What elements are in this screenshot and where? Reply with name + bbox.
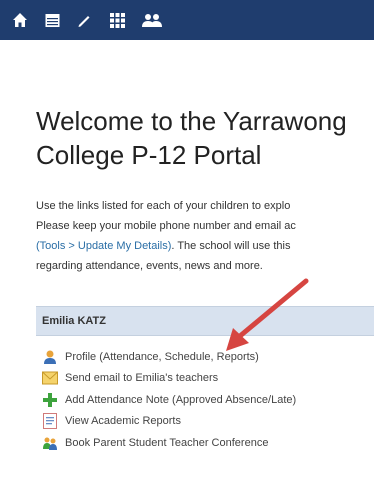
grid-icon[interactable] (107, 0, 127, 40)
intro-line3-rest: . The school will use this (171, 240, 291, 252)
report-icon (42, 413, 58, 430)
update-details-link[interactable]: (Tools > Update My Details) (36, 240, 171, 252)
intro-line4: regarding attendance, events, news and m… (36, 260, 263, 272)
send-email-link-label: Send email to Emilia's teachers (65, 372, 219, 385)
profile-icon (42, 349, 58, 365)
intro-line1: Use the links listed for each of your ch… (36, 200, 291, 212)
intro-line2: Please keep your mobile phone number and… (36, 220, 296, 232)
users-icon[interactable] (140, 0, 164, 40)
view-academic-reports-link[interactable]: View Academic Reports (36, 411, 374, 433)
intro-paragraph: Use the links listed for each of your ch… (36, 196, 374, 276)
conference-icon (42, 435, 58, 451)
page-title-line1: Welcome to the Yarrawong (36, 106, 347, 136)
plus-icon (42, 392, 58, 408)
add-attendance-note-link[interactable]: Add Attendance Note (Approved Absence/La… (36, 389, 374, 411)
send-email-link[interactable]: Send email to Emilia's teachers (36, 368, 374, 390)
calendar-icon[interactable] (42, 0, 62, 40)
intro-line3: (Tools > Update My Details). The school … (36, 236, 374, 256)
top-navigation-bar (0, 0, 374, 40)
home-icon[interactable] (10, 0, 30, 40)
profile-link[interactable]: Profile (Attendance, Schedule, Reports) (36, 346, 374, 368)
view-academic-reports-link-label: View Academic Reports (65, 415, 181, 428)
student-name-header: Emilia KATZ (36, 306, 374, 336)
book-conference-link[interactable]: Book Parent Student Teacher Conference (36, 432, 374, 454)
add-attendance-note-link-label: Add Attendance Note (Approved Absence/La… (65, 393, 297, 406)
email-icon (42, 370, 58, 386)
book-conference-link-label: Book Parent Student Teacher Conference (65, 436, 269, 449)
profile-link-label: Profile (Attendance, Schedule, Reports) (65, 350, 259, 363)
page-title: Welcome to the Yarrawong College P-12 Po… (36, 104, 374, 172)
page-title-line2: College P-12 Portal (36, 140, 262, 170)
pencil-icon[interactable] (74, 0, 94, 40)
student-links-list: Profile (Attendance, Schedule, Reports) … (36, 346, 374, 454)
